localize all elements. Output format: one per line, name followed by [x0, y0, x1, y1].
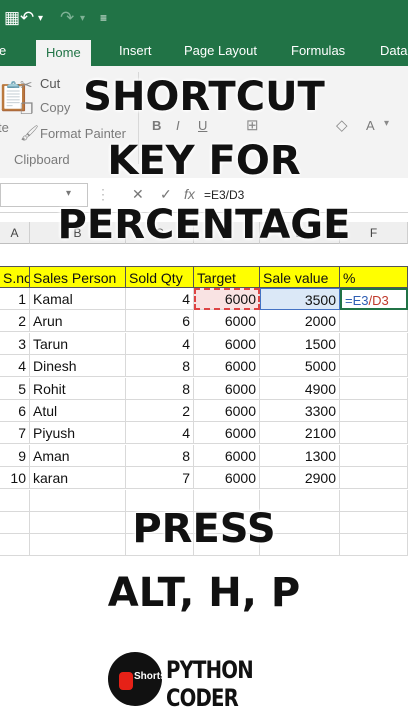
cell-sno[interactable]: 2 — [0, 310, 30, 333]
tab-insert[interactable]: Insert — [119, 43, 152, 58]
cell-sale-value[interactable]: 3300 — [260, 400, 340, 422]
header-cell-sno[interactable]: S.no — [0, 266, 30, 288]
cell-sales-person[interactable]: Piyush — [30, 422, 126, 445]
cell-sales-person[interactable]: Tarun — [30, 332, 126, 355]
cell-target[interactable]: 6000 — [194, 422, 260, 445]
cell-sale-value[interactable]: 2000 — [260, 310, 340, 333]
cell-target[interactable]: 6000 — [194, 355, 260, 378]
header-cell-sale-value[interactable]: Sale value — [260, 266, 340, 288]
overlay-title-line-3: PERCENTAGE — [57, 202, 351, 248]
cell-percent[interactable] — [340, 332, 408, 355]
cell-sales-person[interactable]: Arun — [30, 310, 126, 333]
header-cell-target[interactable]: Target — [194, 266, 260, 288]
redo-dropdown-icon[interactable]: ▾ — [80, 13, 85, 24]
shorts-icon — [119, 672, 133, 690]
cell-sno[interactable]: 9 — [0, 444, 30, 467]
cell-sold-qty[interactable]: 8 — [126, 355, 194, 378]
active-formula-cell[interactable]: =E3/D3 — [340, 288, 408, 310]
cell-target[interactable]: 6000 — [194, 310, 260, 333]
cell-sale-value[interactable]: 2900 — [260, 467, 340, 490]
cell-sale-value[interactable]: 4900 — [260, 377, 340, 400]
ribbon-tabs: e Home Insert Page Layout Formulas Data — [0, 38, 408, 66]
shorts-label: Shorts — [134, 671, 166, 682]
customize-toolbar-icon[interactable]: ≡ — [100, 11, 107, 25]
channel-brand: Shorts PYTHON CODER — [104, 648, 300, 712]
header-cell-sold-qty[interactable]: Sold Qty — [126, 266, 194, 288]
formula-ref-target: /D3 — [368, 293, 389, 308]
cell-sno[interactable]: 7 — [0, 422, 30, 445]
cell-sold-qty[interactable]: 8 — [126, 444, 194, 467]
cell-sale-value[interactable]: 1300 — [260, 444, 340, 467]
cell-target[interactable]: 6000 — [194, 288, 260, 310]
cell-sold-qty[interactable]: 4 — [126, 332, 194, 355]
cell-sno[interactable]: 4 — [0, 355, 30, 378]
cell-target[interactable]: 6000 — [194, 377, 260, 400]
cell-target[interactable]: 6000 — [194, 467, 260, 490]
cell-sno[interactable]: 1 — [0, 288, 30, 310]
cell-sold-qty[interactable]: 2 — [126, 400, 194, 422]
cell-sold-qty[interactable]: 4 — [126, 288, 194, 310]
cell-sold-qty[interactable]: 8 — [126, 377, 194, 400]
cell-target[interactable]: 6000 — [194, 444, 260, 467]
formula-ref-sale: =E3 — [345, 293, 369, 308]
redo-icon[interactable]: ↷ — [60, 8, 74, 28]
header-cell-percent[interactable]: % — [340, 266, 408, 288]
cell-sold-qty[interactable]: 4 — [126, 422, 194, 445]
cell-sno[interactable]: 6 — [0, 400, 30, 422]
cell-sold-qty[interactable]: 7 — [126, 467, 194, 490]
brand-logo: Shorts — [108, 652, 166, 706]
cell-sales-person[interactable]: Dinesh — [30, 355, 126, 378]
cell-percent[interactable] — [340, 467, 408, 490]
cell-sales-person[interactable]: karan — [30, 467, 126, 490]
tab-page-layout[interactable]: Page Layout — [184, 43, 257, 58]
excel-app-icon: ▦ — [4, 8, 21, 27]
undo-icon[interactable]: ↶ — [20, 8, 34, 28]
cell-percent[interactable] — [340, 355, 408, 378]
cell-sales-person[interactable]: Atul — [30, 400, 126, 422]
cell-sold-qty[interactable]: 6 — [126, 310, 194, 333]
cell-sno[interactable]: 10 — [0, 467, 30, 490]
title-bar: ▦ ↶ ▾ ↷ ▾ ≡ — [0, 0, 408, 38]
cell-sale-value[interactable]: 5000 — [260, 355, 340, 378]
undo-dropdown-icon[interactable]: ▾ — [38, 13, 43, 24]
tab-data[interactable]: Data — [380, 43, 407, 58]
cell-percent[interactable] — [340, 422, 408, 445]
tab-file[interactable]: e — [0, 43, 6, 58]
cell-target[interactable]: 6000 — [194, 332, 260, 355]
tab-home[interactable]: Home — [36, 40, 91, 66]
cell-percent[interactable] — [340, 444, 408, 467]
cell-sale-value[interactable]: 2100 — [260, 422, 340, 445]
cell-sale-value[interactable]: 3500 — [260, 288, 340, 310]
channel-name: PYTHON CODER — [166, 656, 254, 712]
cell-target[interactable]: 6000 — [194, 400, 260, 422]
cell-sale-value[interactable]: 1500 — [260, 332, 340, 355]
header-cell-sales-person[interactable]: Sales Person — [30, 266, 126, 288]
overlay-title-line-1: SHORTCUT — [83, 74, 325, 120]
cell-percent[interactable] — [340, 310, 408, 333]
overlay-shortcut-keys: ALT, H, P — [107, 570, 301, 616]
cell-sno[interactable]: 3 — [0, 332, 30, 355]
tab-formulas[interactable]: Formulas — [291, 43, 345, 58]
overlay-title-line-2: KEY FOR — [107, 138, 301, 184]
cell-sales-person[interactable]: Kamal — [30, 288, 126, 310]
cell-percent[interactable] — [340, 400, 408, 422]
cell-sales-person[interactable]: Rohit — [30, 377, 126, 400]
cell-sno[interactable]: 5 — [0, 377, 30, 400]
overlay-press: PRESS — [132, 506, 276, 552]
cell-sales-person[interactable]: Aman — [30, 444, 126, 467]
cell-percent[interactable] — [340, 377, 408, 400]
